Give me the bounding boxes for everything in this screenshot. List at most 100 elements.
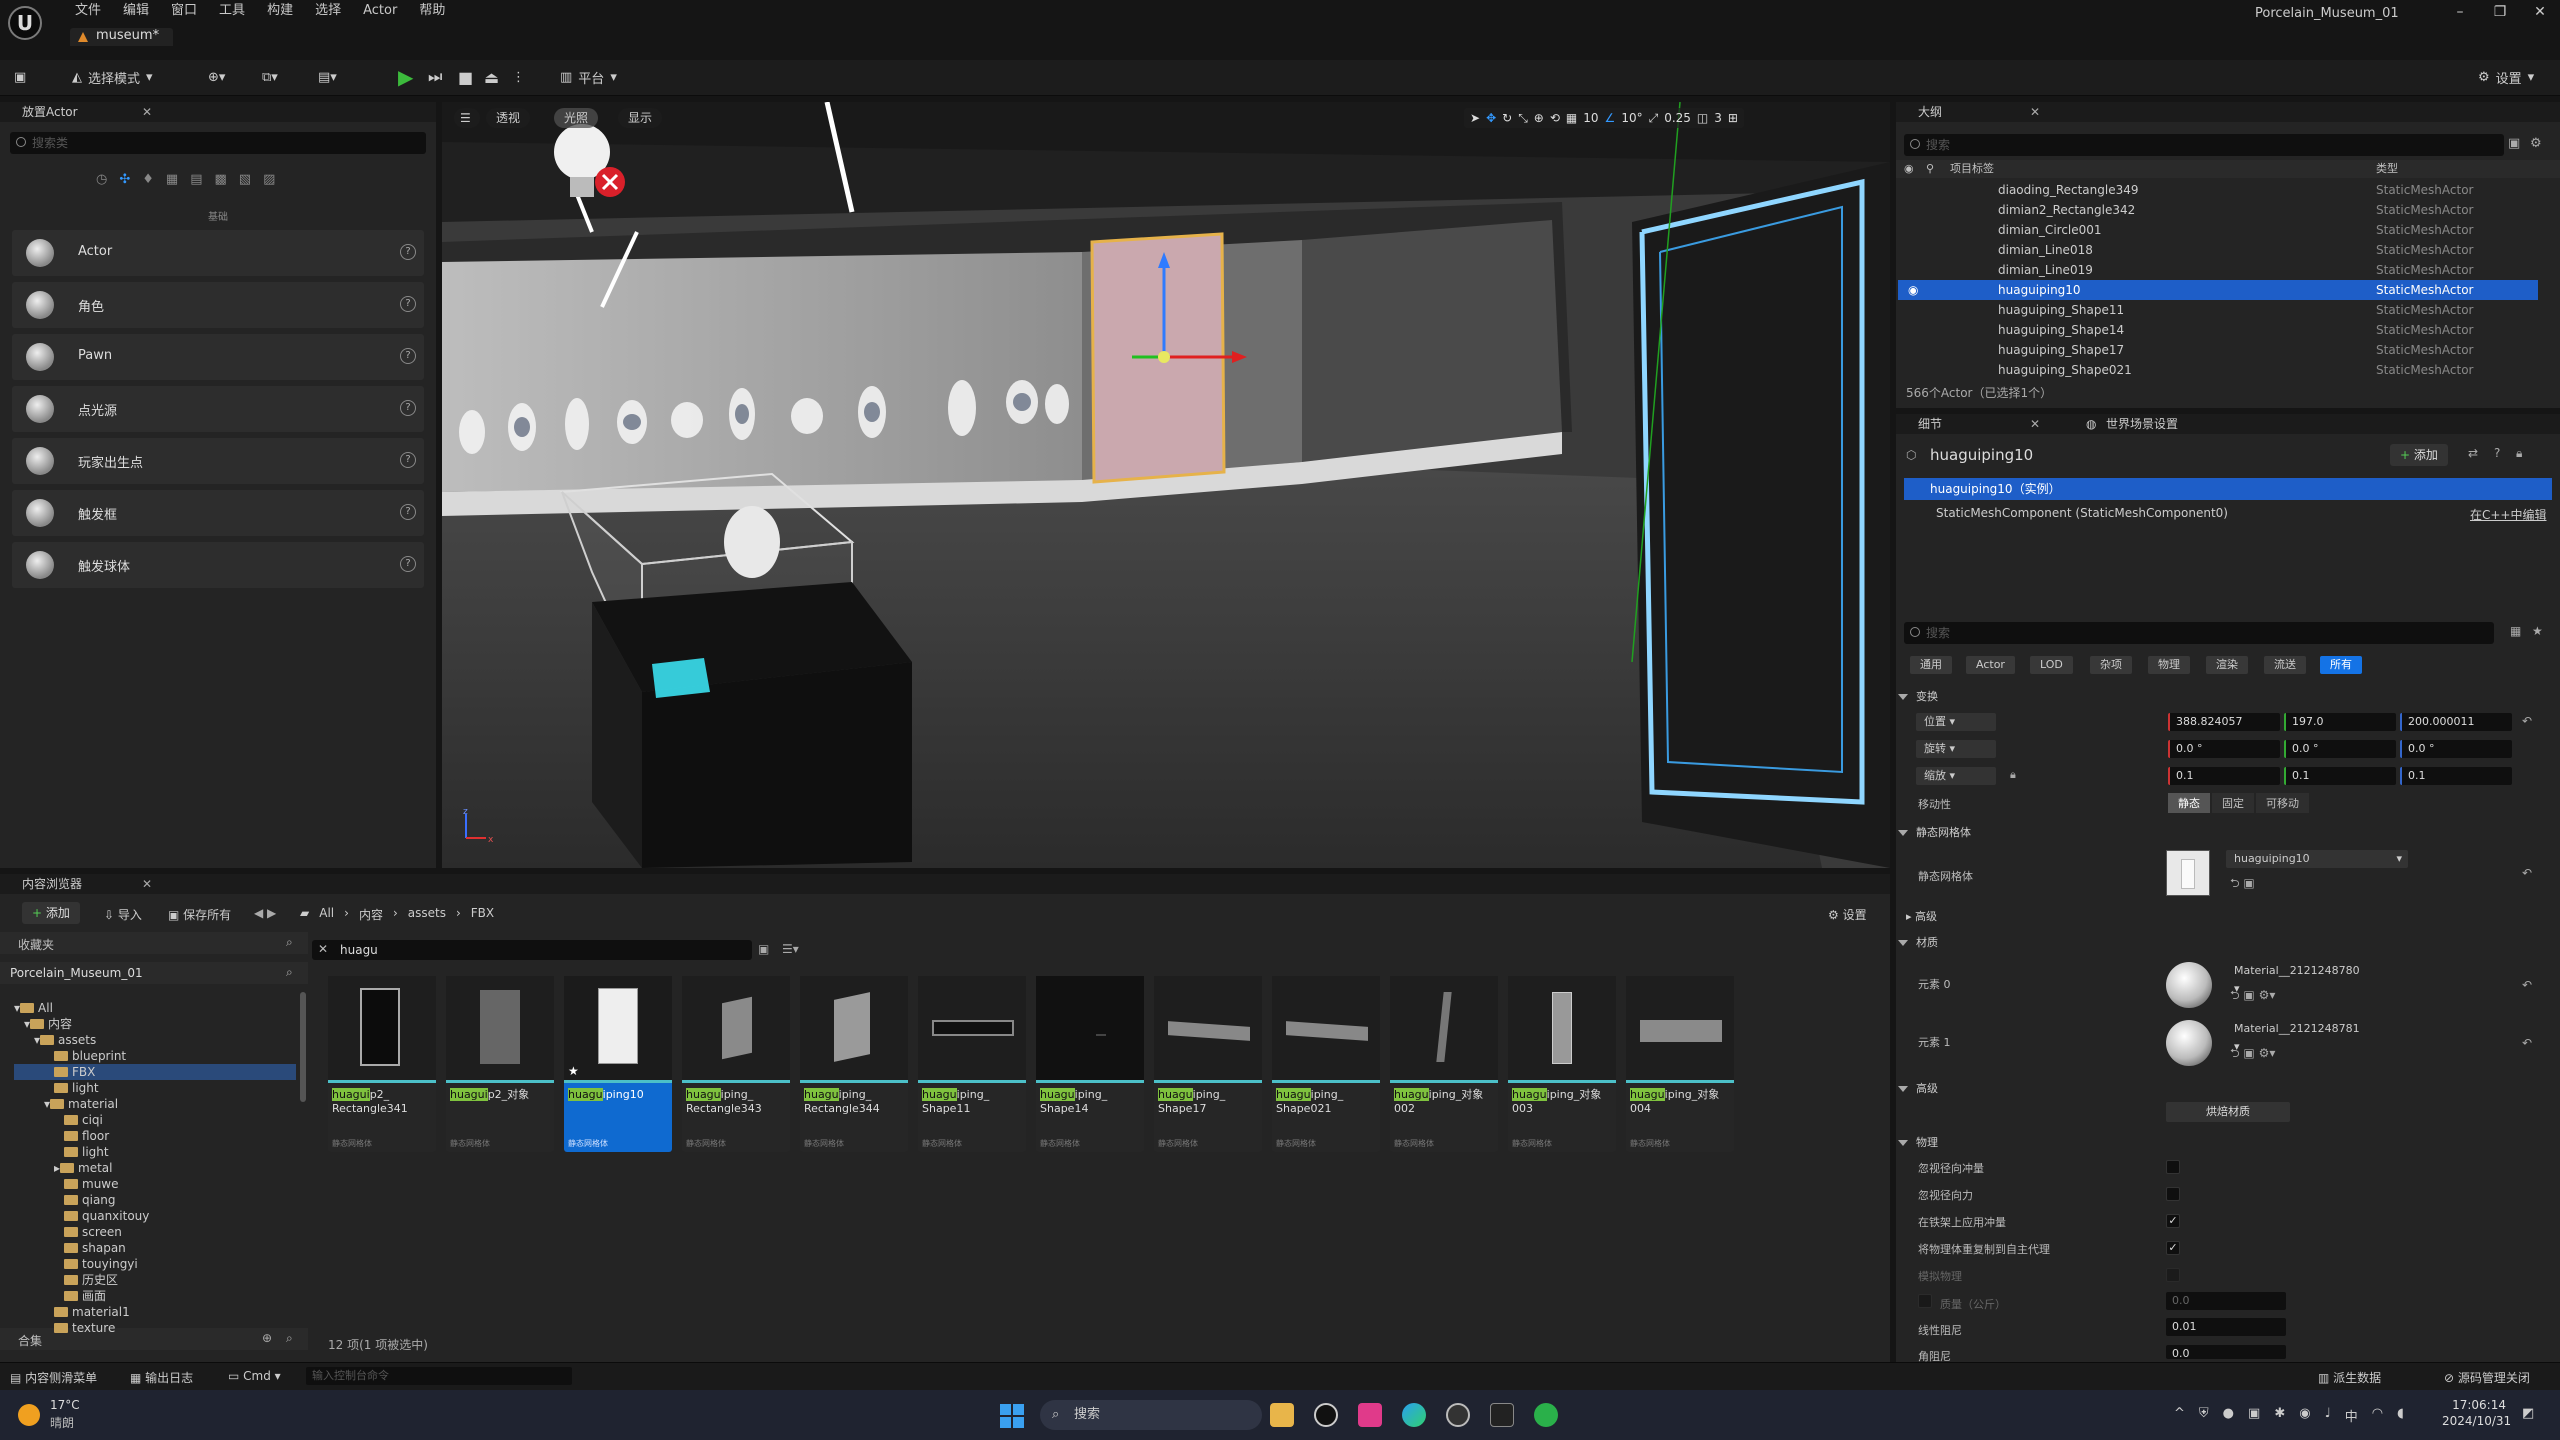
wechat-icon[interactable] bbox=[1534, 1403, 1558, 1427]
visual-effects-icon[interactable]: ▩ bbox=[215, 172, 227, 188]
outliner-row[interactable]: dimian2_Rectangle342 StaticMeshActor bbox=[1898, 200, 2538, 220]
transform-section[interactable]: 变换 bbox=[1898, 688, 1938, 704]
static-mesh-component-row[interactable]: StaticMeshComponent (StaticMeshComponent… bbox=[1936, 506, 2228, 520]
reset-icon[interactable]: ↶ bbox=[2522, 1036, 2532, 1050]
material-sphere-1[interactable] bbox=[2166, 1020, 2212, 1066]
lit-button[interactable]: 光照 bbox=[554, 108, 599, 128]
derived-data-button[interactable]: ▥ 派生数据 bbox=[2318, 1369, 2381, 1386]
edit-in-cpp-link[interactable]: 在C++中编辑 bbox=[2470, 506, 2547, 523]
scale-icon[interactable]: ⤡ bbox=[1518, 111, 1528, 126]
scale-x[interactable]: 0.1 bbox=[2168, 767, 2280, 785]
tab-general[interactable]: 通用 bbox=[1910, 656, 1952, 674]
close-icon[interactable]: ✕ bbox=[142, 874, 152, 894]
tree-item[interactable]: muwe bbox=[14, 1176, 296, 1192]
mesh-thumbnail[interactable] bbox=[2166, 850, 2210, 896]
console-input[interactable]: 输入控制台命令 bbox=[306, 1367, 572, 1385]
menu-build[interactable]: 构建 bbox=[256, 2, 304, 20]
tab-all[interactable]: 所有 bbox=[2320, 656, 2362, 674]
column-label[interactable]: 项目标签 bbox=[1950, 160, 1994, 178]
app-icon[interactable] bbox=[1358, 1403, 1382, 1427]
maximize-icon[interactable]: ❐ bbox=[2480, 4, 2520, 20]
outliner-row[interactable]: huaguiping_Shape17 StaticMeshActor bbox=[1898, 340, 2538, 360]
outliner-add-icon[interactable]: ▣ bbox=[2508, 136, 2520, 151]
world-space-icon[interactable]: ⊕ bbox=[1534, 111, 1544, 125]
grid-snap-icon[interactable]: ▦ bbox=[1566, 111, 1577, 125]
tree-item[interactable]: quanxitouy bbox=[14, 1208, 296, 1224]
level-viewport[interactable]: ☰ 透视 光照 显示 ➤ ✥ ↻ ⤡ ⊕ ⟲ ▦ 10 ∠ 10° ⤢ 0.25… bbox=[442, 102, 1890, 868]
save-search-icon[interactable]: ▣ bbox=[758, 942, 769, 956]
search-icon[interactable]: ⌕ bbox=[286, 965, 293, 980]
add-content-icon[interactable]: ⊕▾ bbox=[208, 65, 225, 89]
tree-item[interactable]: ▾ All bbox=[14, 1000, 296, 1016]
materials-section[interactable]: 材质 bbox=[1898, 934, 1938, 950]
outliner-row[interactable]: dimian_Circle001 StaticMeshActor bbox=[1898, 220, 2538, 240]
outliner-row[interactable]: huaguiping_Shape021 StaticMeshActor bbox=[1898, 360, 2538, 380]
tree-item[interactable]: 历史区 bbox=[14, 1272, 296, 1288]
step-icon[interactable]: ⏭ bbox=[428, 65, 442, 89]
all-classes-icon[interactable]: ▨ bbox=[263, 172, 275, 188]
place-actor-trigger-box[interactable]: 触发框? bbox=[12, 490, 424, 536]
edge-browser-icon[interactable] bbox=[1402, 1403, 1426, 1427]
tree-scrollbar[interactable] bbox=[300, 992, 306, 1102]
camera-speed-icon[interactable]: ◫ bbox=[1697, 111, 1708, 125]
minimize-icon[interactable]: – bbox=[2440, 4, 2480, 20]
asset-tile[interactable]: huaguiping_对象 002 静态网格体 bbox=[1390, 976, 1498, 1152]
location-x[interactable]: 388.824057 bbox=[2168, 713, 2280, 731]
tree-item[interactable]: 画面 bbox=[14, 1288, 296, 1304]
star-icon[interactable]: ★ bbox=[2532, 624, 2543, 638]
tab-actor[interactable]: Actor bbox=[1966, 656, 2015, 674]
help-icon[interactable]: ? bbox=[400, 504, 416, 520]
help-icon[interactable]: ? bbox=[2494, 446, 2500, 460]
menu-file[interactable]: 文件 bbox=[64, 2, 112, 20]
browse-icon[interactable]: ⮌ ▣ bbox=[2230, 874, 2255, 895]
asset-tile[interactable]: huaguiping_ Shape021 静态网格体 bbox=[1272, 976, 1380, 1152]
material-1-dropdown[interactable]: Material__2121248781 ▾ bbox=[2226, 1020, 2362, 1053]
rotation-y[interactable]: 0.0 ° bbox=[2284, 740, 2396, 758]
tab-rendering[interactable]: 渲染 bbox=[2206, 656, 2248, 674]
component-instance-row[interactable]: huaguiping10（实例） bbox=[1904, 478, 2552, 500]
scale-dropdown[interactable]: 缩放 ▾ bbox=[1916, 767, 1996, 785]
asset-tile-selected[interactable]: ★ huaguiping10 静态网格体 bbox=[564, 976, 672, 1152]
lock-icon[interactable]: 🔒︎ bbox=[2516, 446, 2522, 461]
mobility-stationary[interactable]: 固定 bbox=[2212, 793, 2254, 813]
place-actor-player-start[interactable]: 玩家出生点? bbox=[12, 438, 424, 484]
mobility-static[interactable]: 静态 bbox=[2168, 793, 2210, 813]
tab-streaming[interactable]: 流送 bbox=[2264, 656, 2306, 674]
linear-damping-input[interactable]: 0.01 bbox=[2166, 1318, 2286, 1336]
shapes-icon[interactable]: ▦ bbox=[166, 172, 178, 188]
simulate-physics-checkbox[interactable] bbox=[2166, 1268, 2180, 1282]
replicate-physics-checkbox[interactable]: ✓ bbox=[2166, 1241, 2180, 1255]
breadcrumb-item[interactable]: assets bbox=[408, 906, 446, 923]
outliner-row[interactable]: dimian_Line018 StaticMeshActor bbox=[1898, 240, 2538, 260]
asset-tile[interactable]: huaguiping_对象 003 静态网格体 bbox=[1508, 976, 1616, 1152]
asset-tile[interactable]: huaguiping_对象 004 静态网格体 bbox=[1626, 976, 1734, 1152]
mobility-movable[interactable]: 可移动 bbox=[2256, 793, 2309, 813]
tab-physics[interactable]: 物理 bbox=[2148, 656, 2190, 674]
shield-icon[interactable]: ⛨ bbox=[2199, 1406, 2209, 1425]
tree-item[interactable]: ▾ assets bbox=[14, 1032, 296, 1048]
help-icon[interactable]: ? bbox=[400, 400, 416, 416]
blueprint-icon[interactable]: ⧉▾ bbox=[262, 65, 278, 89]
browse-icon[interactable]: ⮌ ▣ ⚙▾ bbox=[2230, 1044, 2275, 1065]
camera-speed-value[interactable]: 3 bbox=[1714, 111, 1722, 125]
place-actor-point-light[interactable]: 点光源? bbox=[12, 386, 424, 432]
select-icon[interactable]: ➤ bbox=[1470, 111, 1480, 125]
basic-icon[interactable]: ✣ bbox=[119, 172, 130, 188]
select-mode-dropdown[interactable]: ◭ 选择模式 ▾ bbox=[72, 65, 153, 89]
tree-item[interactable]: ▸ metal bbox=[14, 1160, 296, 1176]
help-icon[interactable]: ? bbox=[400, 244, 416, 260]
tab-misc[interactable]: 杂项 bbox=[2090, 656, 2132, 674]
reset-icon[interactable]: ↶ bbox=[2522, 978, 2532, 992]
outliner-row[interactable]: huaguiping_Shape11 StaticMeshActor bbox=[1898, 300, 2538, 320]
save-all-button[interactable]: ▣ 保存所有 bbox=[168, 906, 231, 923]
gear-icon[interactable]: ⚙ bbox=[2530, 136, 2542, 151]
rotation-snap-icon[interactable]: ∠ bbox=[1605, 111, 1616, 125]
circle-icon[interactable]: ◉ bbox=[2299, 1406, 2310, 1425]
tree-item[interactable]: screen bbox=[14, 1224, 296, 1240]
breadcrumb-item[interactable]: 内容 bbox=[359, 906, 383, 923]
tree-item[interactable]: ▾ 内容 bbox=[14, 1016, 296, 1032]
settings-button[interactable]: ⚙ 设置 ▾ bbox=[2478, 65, 2534, 89]
location-z[interactable]: 200.000011 bbox=[2400, 713, 2512, 731]
weather-icon[interactable] bbox=[18, 1404, 40, 1426]
more-options-icon[interactable]: ⋮ bbox=[512, 65, 525, 89]
